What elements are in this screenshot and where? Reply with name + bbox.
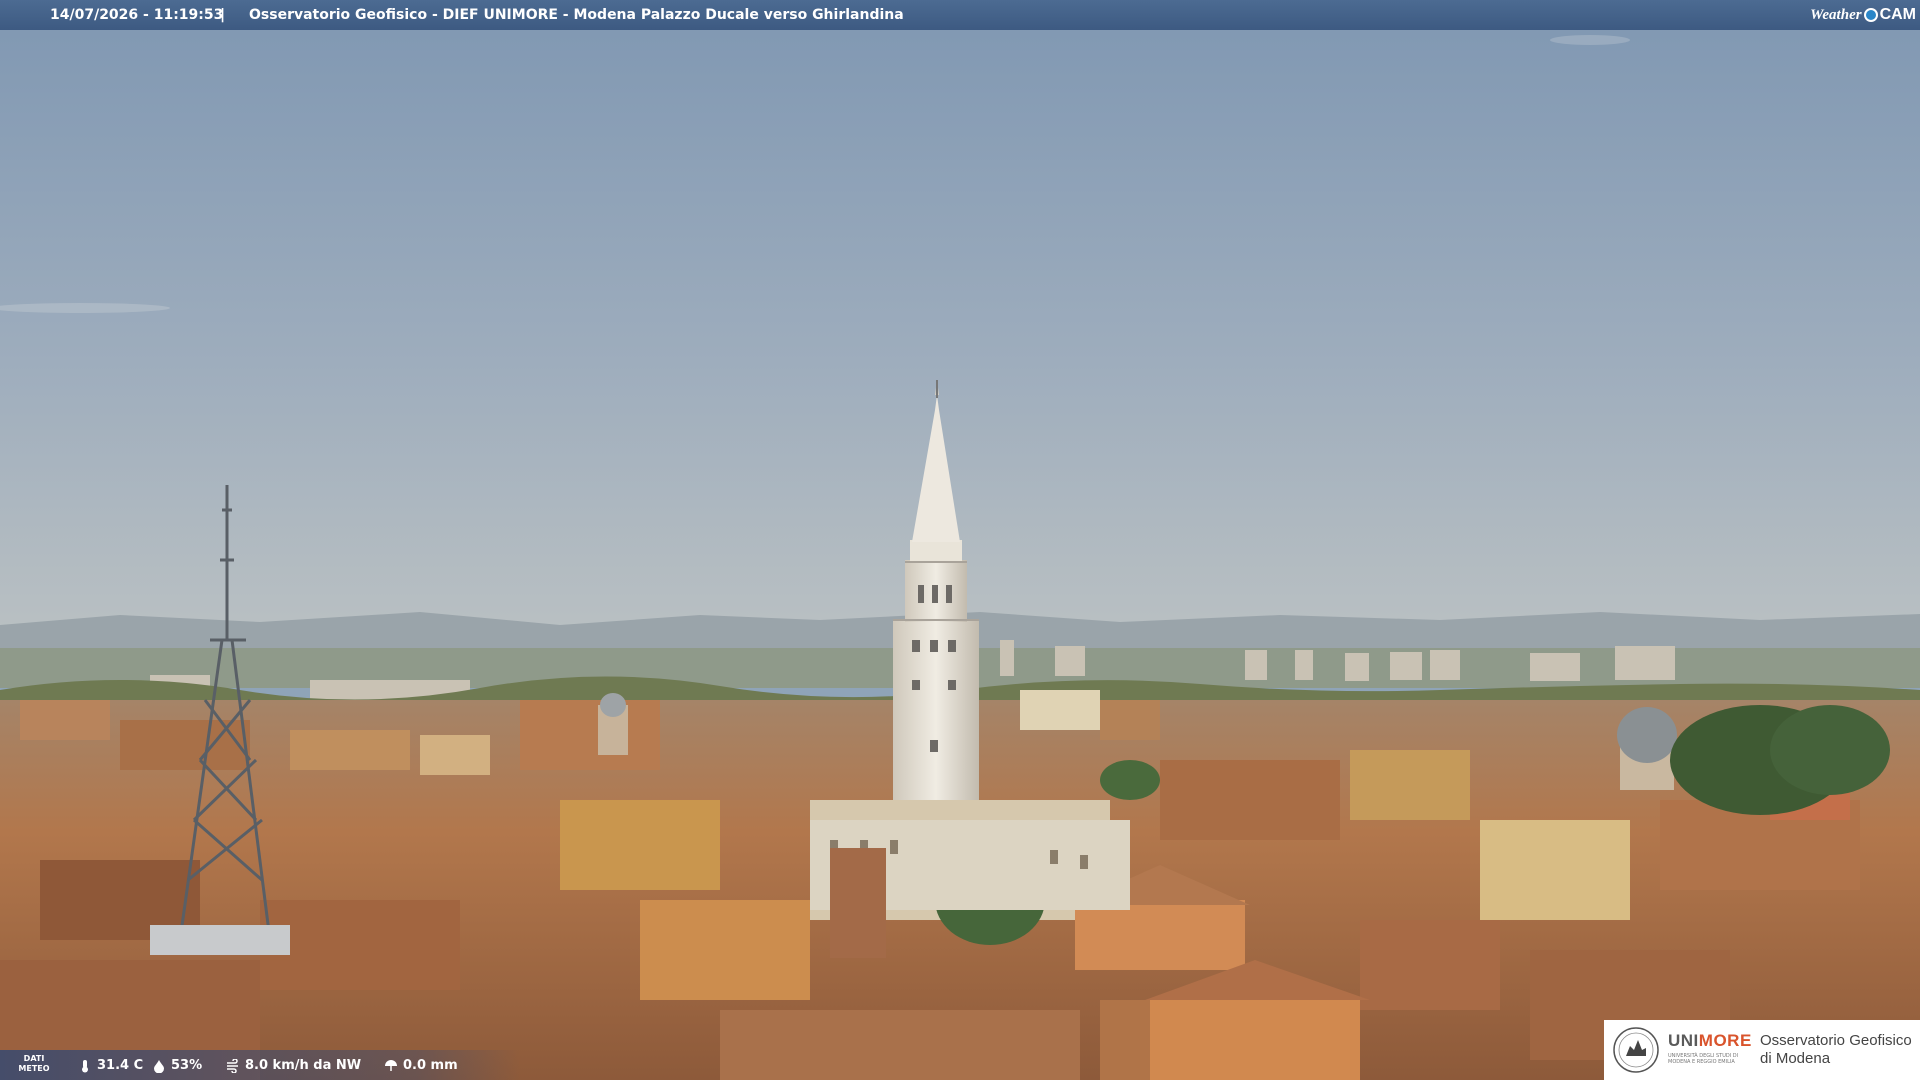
webcam-frame: 14/07/2026 - 11:19:53 | Osservatorio Geo… xyxy=(0,0,1920,1080)
wind-value: 8.0 km/h da NW xyxy=(245,1058,362,1073)
umbrella-icon xyxy=(385,1059,397,1071)
weathercam-logo: Weather CAM xyxy=(1810,4,1916,26)
weather-data-strip: DATI METEO 31.4 C 53% 8.0 km/h da NW 0.0… xyxy=(0,1050,520,1080)
university-seal-icon xyxy=(1613,1027,1659,1073)
timestamp: 14/07/2026 - 11:19:53 xyxy=(50,7,224,23)
temperature-reading: 31.4 C xyxy=(78,1058,143,1073)
humidity-icon xyxy=(154,1059,164,1073)
observatory-name: Osservatorio Geofisico di Modena xyxy=(1760,1032,1912,1067)
humidity-reading: 53% xyxy=(152,1058,202,1073)
thermometer-icon xyxy=(82,1059,88,1072)
caption-bar: 14/07/2026 - 11:19:53 | Osservatorio Geo… xyxy=(0,0,1920,30)
tree xyxy=(1100,760,1160,800)
humidity-value: 53% xyxy=(171,1058,203,1073)
weathercam-weather-text: Weather xyxy=(1810,6,1862,23)
unimore-logo-box: UNIMORE UNIVERSITÀ DEGLI STUDI DI MODENA… xyxy=(1604,1020,1920,1080)
antenna-base xyxy=(150,925,290,955)
weathercam-cam-text: CAM xyxy=(1879,6,1916,23)
cloud xyxy=(1550,35,1630,45)
brick-tower xyxy=(830,848,886,958)
weathercam-dot-icon xyxy=(1863,8,1878,22)
caption-separator: | xyxy=(220,7,226,23)
rain-reading: 0.0 mm xyxy=(384,1058,458,1073)
weather-data-label: DATI METEO xyxy=(18,1054,50,1073)
dome xyxy=(1617,707,1677,763)
wind-reading: 8.0 km/h da NW xyxy=(226,1058,361,1073)
camera-title: Osservatorio Geofisico - DIEF UNIMORE - … xyxy=(249,7,904,23)
unimore-wordmark: UNIMORE xyxy=(1668,1031,1752,1050)
wind-icon xyxy=(227,1058,238,1073)
tree xyxy=(1770,705,1890,795)
unimore-subtitle: UNIVERSITÀ DEGLI STUDI DI MODENA E REGGI… xyxy=(1668,1053,1739,1065)
church-body xyxy=(1150,1000,1360,1080)
temperature-value: 31.4 C xyxy=(97,1058,144,1073)
city-panorama xyxy=(0,0,1920,1080)
church-drum xyxy=(1075,900,1245,970)
small-dome xyxy=(600,693,626,717)
rain-value: 0.0 mm xyxy=(403,1058,458,1073)
